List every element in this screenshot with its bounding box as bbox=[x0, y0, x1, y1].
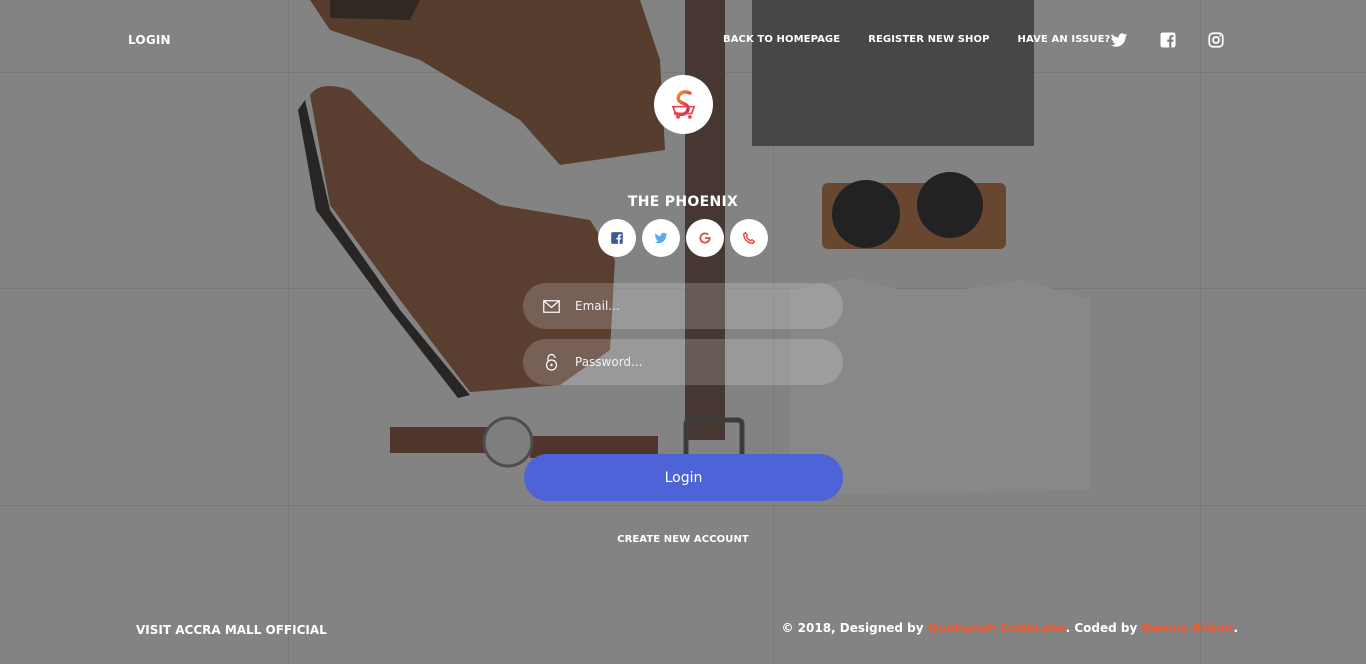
twitter-icon bbox=[1110, 31, 1128, 49]
phone-icon bbox=[743, 231, 756, 244]
coded-by-text: . Coded by bbox=[1065, 621, 1142, 635]
password-field[interactable] bbox=[523, 339, 843, 385]
create-new-account-link[interactable]: CREATE NEW ACCOUNT bbox=[617, 534, 749, 545]
twitter-icon bbox=[654, 232, 668, 244]
brand-name: THE PHOENIX bbox=[627, 194, 739, 210]
lock-icon bbox=[542, 353, 560, 371]
copyright-text: © 2018, Designed by bbox=[781, 621, 928, 635]
register-new-shop-link[interactable]: REGISTER NEW SHOP bbox=[868, 34, 989, 45]
twitter-login-button[interactable] bbox=[642, 219, 680, 257]
brand-logo bbox=[654, 75, 713, 134]
email-field[interactable] bbox=[523, 283, 843, 329]
footer-credits: © 2018, Designed by Quabynah CodeLabs. C… bbox=[781, 621, 1238, 635]
google-login-button[interactable] bbox=[686, 219, 724, 257]
login-button[interactable]: Login bbox=[524, 454, 843, 501]
instagram-icon bbox=[1207, 31, 1225, 49]
credits-suffix: . bbox=[1233, 621, 1238, 635]
facebook-icon bbox=[1159, 31, 1177, 49]
designer-link[interactable]: Quabynah CodeLabs bbox=[928, 621, 1066, 635]
envelope-icon bbox=[542, 297, 560, 315]
phone-login-button[interactable] bbox=[730, 219, 768, 257]
visit-accra-mall-link[interactable]: VISIT ACCRA MALL OFFICIAL bbox=[136, 623, 327, 637]
have-an-issue-link[interactable]: HAVE AN ISSUE? bbox=[1018, 34, 1111, 45]
phoenix-logo-icon bbox=[671, 89, 695, 119]
email-input[interactable] bbox=[575, 299, 815, 313]
top-nav: BACK TO HOMEPAGE REGISTER NEW SHOP HAVE … bbox=[723, 34, 1138, 45]
login-page-title: LOGIN bbox=[128, 33, 171, 47]
social-login-row bbox=[598, 219, 774, 257]
top-facebook-link[interactable] bbox=[1159, 31, 1177, 49]
create-account-container: CREATE NEW ACCOUNT bbox=[0, 534, 1366, 545]
coder-link[interactable]: Dennis Bilson bbox=[1142, 621, 1234, 635]
top-twitter-link[interactable] bbox=[1110, 31, 1128, 49]
facebook-icon bbox=[611, 232, 623, 244]
back-to-homepage-link[interactable]: BACK TO HOMEPAGE bbox=[723, 34, 840, 45]
password-input[interactable] bbox=[575, 355, 815, 369]
facebook-login-button[interactable] bbox=[598, 219, 636, 257]
top-instagram-link[interactable] bbox=[1207, 31, 1225, 49]
google-icon bbox=[699, 232, 711, 244]
